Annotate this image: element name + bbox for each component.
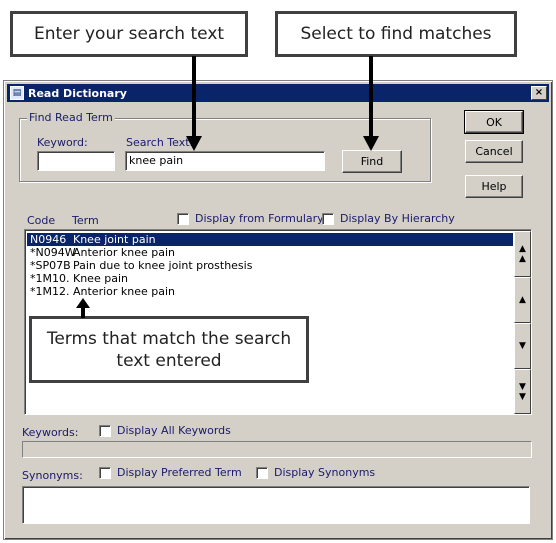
cancel-button[interactable]: Cancel	[465, 140, 523, 163]
close-button[interactable]: ×	[531, 86, 547, 100]
up-arrow-icon: ▲	[519, 295, 526, 305]
callout-select-find: Select to find matches	[275, 11, 517, 57]
term-text: Pain due to knee joint prosthesis	[73, 259, 253, 272]
list-item[interactable]: *1M10. Knee pain	[27, 272, 513, 285]
find-read-term-label: Find Read Term	[27, 111, 115, 124]
callout-terms-match: Terms that match the search text entered	[29, 316, 309, 383]
scroll-down-button[interactable]: ▼	[514, 323, 531, 369]
display-all-keywords-checkbox[interactable]: Display All Keywords	[99, 424, 231, 437]
checkbox-box	[256, 466, 268, 479]
column-header-code: Code	[27, 214, 56, 227]
list-item[interactable]: N0946 Knee joint pain	[27, 233, 513, 246]
checkbox-box	[99, 424, 111, 437]
checkbox-box	[177, 212, 189, 225]
app-icon: ▤	[10, 86, 24, 100]
display-hierarchy-label: Display By Hierarchy	[340, 212, 455, 225]
keyword-label: Keyword:	[37, 136, 88, 149]
display-formulary-label: Display from Formulary	[195, 212, 324, 225]
display-formulary-checkbox[interactable]: Display from Formulary	[177, 212, 324, 225]
close-icon: ×	[534, 87, 544, 98]
dialog-title: Read Dictionary	[28, 86, 127, 100]
callout-enter-search: Enter your search text	[10, 11, 248, 57]
display-synonyms-label: Display Synonyms	[274, 466, 376, 479]
ok-button[interactable]: OK	[464, 110, 524, 134]
checkbox-box	[322, 212, 334, 225]
display-preferred-term-checkbox[interactable]: Display Preferred Term	[99, 466, 242, 479]
display-all-keywords-label: Display All Keywords	[117, 424, 231, 437]
list-item[interactable]: *1M12. Anterior knee pain	[27, 285, 513, 298]
scroll-last-button[interactable]: ▼ ▼	[514, 369, 531, 414]
read-dictionary-dialog: ▤ Read Dictionary × Find Read Term Keywo…	[3, 80, 553, 540]
search-text-label: Search Text:	[126, 136, 194, 149]
title-bar[interactable]: ▤ Read Dictionary ×	[7, 84, 549, 102]
term-code: *1M10.	[30, 272, 70, 285]
help-button[interactable]: Help	[465, 175, 523, 198]
double-down-arrow-icon: ▼ ▼	[519, 381, 526, 402]
down-arrow-icon: ▼	[519, 341, 526, 351]
column-header-term: Term	[72, 214, 99, 227]
double-up-arrow-icon: ▲ ▲	[519, 244, 526, 264]
list-item[interactable]: *SP07B Pain due to knee joint prosthesis	[27, 259, 513, 272]
display-preferred-term-label: Display Preferred Term	[117, 466, 242, 479]
term-text: Knee pain	[73, 272, 128, 285]
term-text: Anterior knee pain	[73, 246, 176, 259]
keywords-label: Keywords:	[22, 426, 79, 439]
synonyms-label: Synonyms:	[22, 469, 83, 482]
list-item[interactable]: *N094W Anterior knee pain	[27, 246, 513, 259]
term-code: *1M12.	[30, 285, 70, 298]
synonyms-field	[22, 486, 530, 524]
scroll-up-button[interactable]: ▲	[514, 277, 531, 323]
display-synonyms-checkbox[interactable]: Display Synonyms	[256, 466, 375, 479]
keyword-input[interactable]	[37, 151, 115, 171]
scroll-first-button[interactable]: ▲ ▲	[514, 231, 531, 277]
term-code: *SP07B	[30, 259, 71, 272]
checkbox-box	[99, 466, 111, 479]
find-button[interactable]: Find	[342, 150, 402, 173]
term-code: N0946	[30, 233, 67, 246]
term-text: Knee joint pain	[73, 233, 156, 246]
keywords-field	[22, 441, 532, 458]
display-hierarchy-checkbox[interactable]: Display By Hierarchy	[322, 212, 455, 225]
term-text: Anterior knee pain	[73, 285, 176, 298]
search-text-input[interactable]: knee pain	[125, 151, 325, 171]
term-code: *N094W	[30, 246, 76, 259]
